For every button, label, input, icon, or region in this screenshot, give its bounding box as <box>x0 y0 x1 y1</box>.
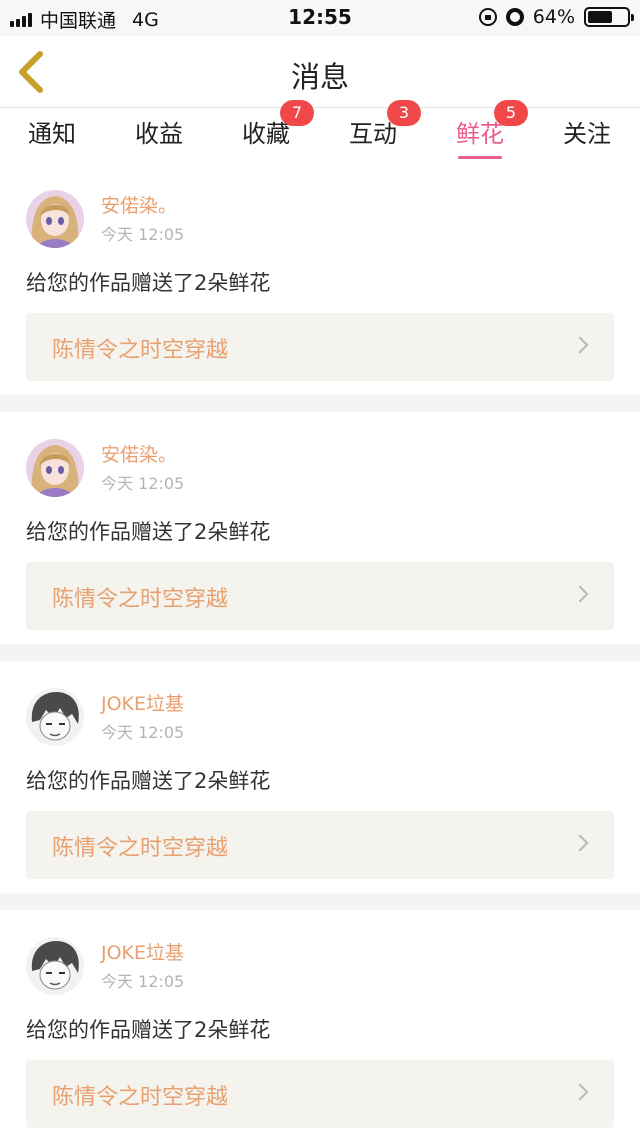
tab-flowers[interactable]: 鲜花 5 <box>440 100 528 159</box>
list-item: JOKE垃基 今天 12:05 给您的作品赠送了2朵鲜花 陈情令之时空穿越 <box>0 910 640 1139</box>
timestamp: 今天 12:05 <box>101 474 185 493</box>
chevron-right-icon <box>571 1083 589 1101</box>
work-link[interactable]: 陈情令之时空穿越 <box>26 811 614 879</box>
anime-girl-avatar-icon <box>26 190 84 248</box>
tab-label: 收藏 <box>242 120 290 148</box>
orientation-lock-icon <box>478 8 497 26</box>
list-item: JOKE垃基 今天 12:05 给您的作品赠送了2朵鲜花 陈情令之时空穿越 <box>0 661 640 893</box>
tab-notifications[interactable]: 通知 <box>12 114 92 149</box>
avatar[interactable] <box>26 439 84 497</box>
timestamp: 今天 12:05 <box>101 972 185 991</box>
avatar[interactable] <box>26 688 84 746</box>
work-title: 陈情令之时空穿越 <box>52 1085 229 1110</box>
message-text: 给您的作品赠送了2朵鲜花 <box>26 520 271 544</box>
work-title: 陈情令之时空穿越 <box>52 587 229 612</box>
unread-badge: 7 <box>280 100 314 126</box>
work-link[interactable]: 陈情令之时空穿越 <box>26 313 614 381</box>
avatar[interactable] <box>26 937 84 995</box>
message-text: 给您的作品赠送了2朵鲜花 <box>26 1018 271 1042</box>
unread-badge: 3 <box>387 100 421 126</box>
chevron-right-icon <box>571 585 589 603</box>
tab-label: 关注 <box>563 120 611 148</box>
tab-label: 收益 <box>135 120 183 148</box>
divider <box>0 644 640 661</box>
navigation-bar: 消息 <box>0 36 640 108</box>
page-title: 消息 <box>290 60 349 94</box>
list-item: 安偌染。 今天 12:05 给您的作品赠送了2朵鲜花 陈情令之时空穿越 <box>0 412 640 644</box>
list-item: 安偌染。 今天 12:05 给您的作品赠送了2朵鲜花 陈情令之时空穿越 <box>0 163 640 395</box>
alarm-icon <box>505 8 524 26</box>
work-link[interactable]: 陈情令之时空穿越 <box>26 562 614 630</box>
unread-badge: 5 <box>494 100 528 126</box>
user-name[interactable]: JOKE垃基 <box>101 938 184 965</box>
work-title: 陈情令之时空穿越 <box>52 836 229 861</box>
work-link[interactable]: 陈情令之时空穿越 <box>26 1060 614 1128</box>
active-tab-indicator <box>458 156 502 159</box>
chevron-right-icon <box>571 834 589 852</box>
status-bar: 中国联通 4G 12:55 64% <box>0 0 640 36</box>
tab-label: 鲜花 <box>456 120 504 148</box>
timestamp: 今天 12:05 <box>101 225 185 244</box>
avatar[interactable] <box>26 190 84 248</box>
tab-label: 互动 <box>349 120 397 148</box>
user-name[interactable]: 安偌染。 <box>101 191 177 218</box>
tab-bar: 通知 收益 收藏 7 互动 3 鲜花 5 关注 <box>0 100 640 159</box>
battery-icon <box>584 7 634 27</box>
message-text: 给您的作品赠送了2朵鲜花 <box>26 271 271 295</box>
tab-interactions[interactable]: 互动 3 <box>333 100 421 149</box>
divider <box>0 395 640 412</box>
timestamp: 今天 12:05 <box>101 723 185 742</box>
tab-label: 通知 <box>28 120 76 148</box>
work-title: 陈情令之时空穿越 <box>52 338 229 363</box>
sketch-boy-avatar-icon <box>26 688 84 746</box>
tab-earnings[interactable]: 收益 <box>119 114 199 149</box>
tab-favorites[interactable]: 收藏 7 <box>226 100 314 149</box>
user-name[interactable]: 安偌染。 <box>101 440 177 467</box>
divider <box>0 893 640 910</box>
user-name[interactable]: JOKE垃基 <box>101 689 184 716</box>
chevron-right-icon <box>571 336 589 354</box>
tab-following[interactable]: 关注 <box>547 114 627 149</box>
message-text: 给您的作品赠送了2朵鲜花 <box>26 769 271 793</box>
anime-girl-avatar-icon <box>26 439 84 497</box>
sketch-boy-avatar-icon <box>26 937 84 995</box>
battery-level <box>588 11 612 23</box>
battery-percent: 64% <box>532 6 575 28</box>
